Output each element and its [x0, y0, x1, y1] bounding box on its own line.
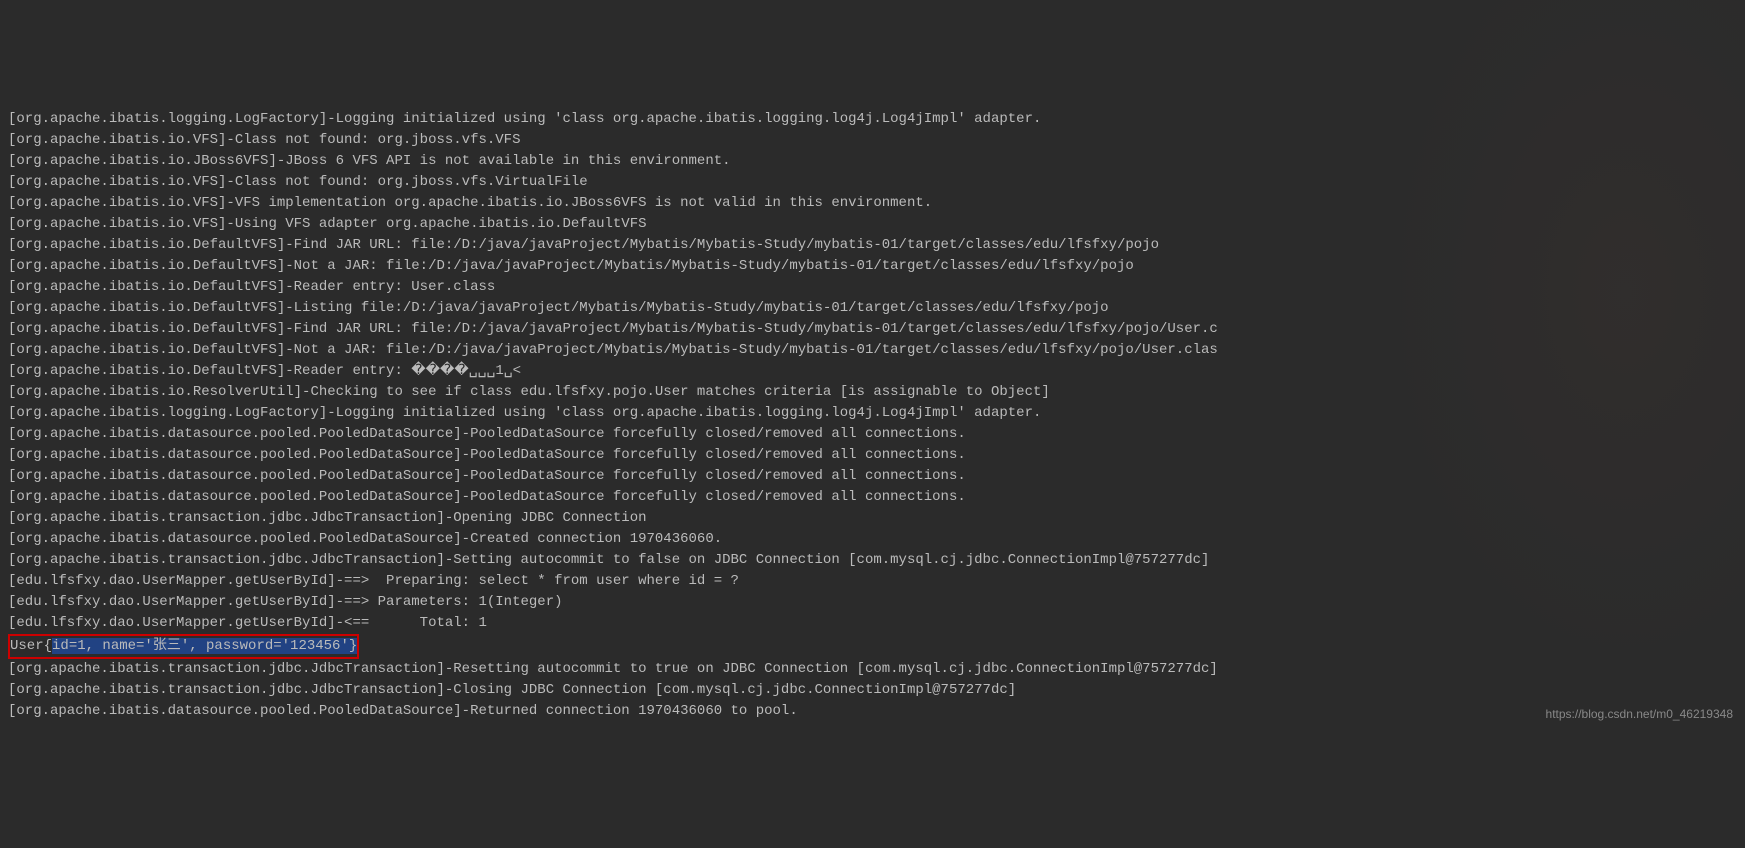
- log-line: [org.apache.ibatis.transaction.jdbc.Jdbc…: [8, 508, 1737, 529]
- log-line: [org.apache.ibatis.io.DefaultVFS]-Listin…: [8, 298, 1737, 319]
- log-line: [org.apache.ibatis.io.VFS]-Class not fou…: [8, 130, 1737, 151]
- log-line: [org.apache.ibatis.io.JBoss6VFS]-JBoss 6…: [8, 151, 1737, 172]
- log-line: [org.apache.ibatis.logging.LogFactory]-L…: [8, 403, 1737, 424]
- log-line: [org.apache.ibatis.datasource.pooled.Poo…: [8, 701, 1737, 722]
- log-line: [org.apache.ibatis.io.DefaultVFS]-Find J…: [8, 319, 1737, 340]
- log-line: [org.apache.ibatis.io.DefaultVFS]-Find J…: [8, 235, 1737, 256]
- log-line: [edu.lfsfxy.dao.UserMapper.getUserById]-…: [8, 613, 1737, 634]
- log-line: [org.apache.ibatis.datasource.pooled.Poo…: [8, 487, 1737, 508]
- log-line: [edu.lfsfxy.dao.UserMapper.getUserById]-…: [8, 571, 1737, 592]
- log-line: [org.apache.ibatis.io.DefaultVFS]-Not a …: [8, 256, 1737, 277]
- log-line: [org.apache.ibatis.logging.LogFactory]-L…: [8, 109, 1737, 130]
- log-line: [org.apache.ibatis.transaction.jdbc.Jdbc…: [8, 550, 1737, 571]
- result-prefix: User{: [10, 638, 52, 654]
- console-output[interactable]: [org.apache.ibatis.logging.LogFactory]-L…: [8, 109, 1737, 722]
- log-line: [org.apache.ibatis.io.VFS]-Class not fou…: [8, 172, 1737, 193]
- log-line: [org.apache.ibatis.io.DefaultVFS]-Reader…: [8, 277, 1737, 298]
- log-line: [org.apache.ibatis.io.DefaultVFS]-Reader…: [8, 361, 1737, 382]
- log-line: [org.apache.ibatis.io.DefaultVFS]-Not a …: [8, 340, 1737, 361]
- log-line: [org.apache.ibatis.io.ResolverUtil]-Chec…: [8, 382, 1737, 403]
- log-line: [org.apache.ibatis.io.VFS]-VFS implement…: [8, 193, 1737, 214]
- highlighted-result-line: User{id=1, name='张三', password='123456'}: [8, 634, 1737, 659]
- log-line: [edu.lfsfxy.dao.UserMapper.getUserById]-…: [8, 592, 1737, 613]
- log-line: [org.apache.ibatis.transaction.jdbc.Jdbc…: [8, 659, 1737, 680]
- result-highlight-box: User{id=1, name='张三', password='123456'}: [8, 634, 359, 659]
- log-line: [org.apache.ibatis.datasource.pooled.Poo…: [8, 424, 1737, 445]
- watermark-text: https://blog.csdn.net/m0_46219348: [1546, 705, 1733, 723]
- selected-result-text: id=1, name='张三', password='123456'}: [52, 638, 357, 654]
- log-line: [org.apache.ibatis.io.VFS]-Using VFS ada…: [8, 214, 1737, 235]
- log-line: [org.apache.ibatis.transaction.jdbc.Jdbc…: [8, 680, 1737, 701]
- log-line: [org.apache.ibatis.datasource.pooled.Poo…: [8, 445, 1737, 466]
- log-line: [org.apache.ibatis.datasource.pooled.Poo…: [8, 529, 1737, 550]
- log-line: [org.apache.ibatis.datasource.pooled.Poo…: [8, 466, 1737, 487]
